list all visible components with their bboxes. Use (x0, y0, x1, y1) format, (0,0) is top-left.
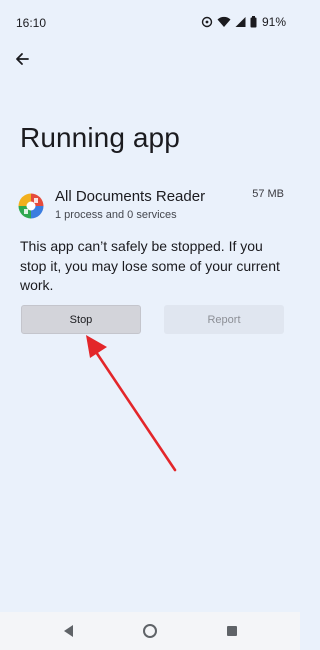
stop-button[interactable]: Stop (21, 305, 141, 334)
stop-button-label: Stop (69, 313, 93, 326)
nav-back-icon[interactable] (60, 622, 78, 640)
warning-message: This app can’t safely be stopped. If you… (20, 238, 280, 293)
navigation-bar (0, 612, 300, 650)
back-button[interactable] (8, 45, 36, 73)
signal-icon (235, 17, 246, 27)
wifi-icon (217, 16, 231, 27)
status-bar: 16:10 91% (0, 0, 300, 40)
app-size: 57 MB (252, 188, 284, 200)
battery-percent: 91% (261, 15, 286, 29)
report-button[interactable]: Report (164, 305, 284, 334)
app-name: All Documents Reader (55, 188, 206, 205)
page-title: Running app (20, 122, 180, 153)
nav-recents-icon[interactable] (223, 622, 241, 640)
running-app-screen: 16:10 91% Running app All Documents Read… (0, 0, 300, 650)
app-process-info: 1 process and 0 services (55, 209, 177, 221)
battery-icon (250, 16, 257, 28)
arrow-back-icon (16, 53, 29, 65)
report-button-label: Report (207, 313, 241, 326)
sync-icon (201, 16, 213, 28)
status-icons: 91% (201, 14, 286, 30)
status-time: 16:10 (16, 16, 47, 30)
all-documents-reader-icon (18, 193, 44, 219)
nav-home-icon[interactable] (141, 622, 159, 640)
